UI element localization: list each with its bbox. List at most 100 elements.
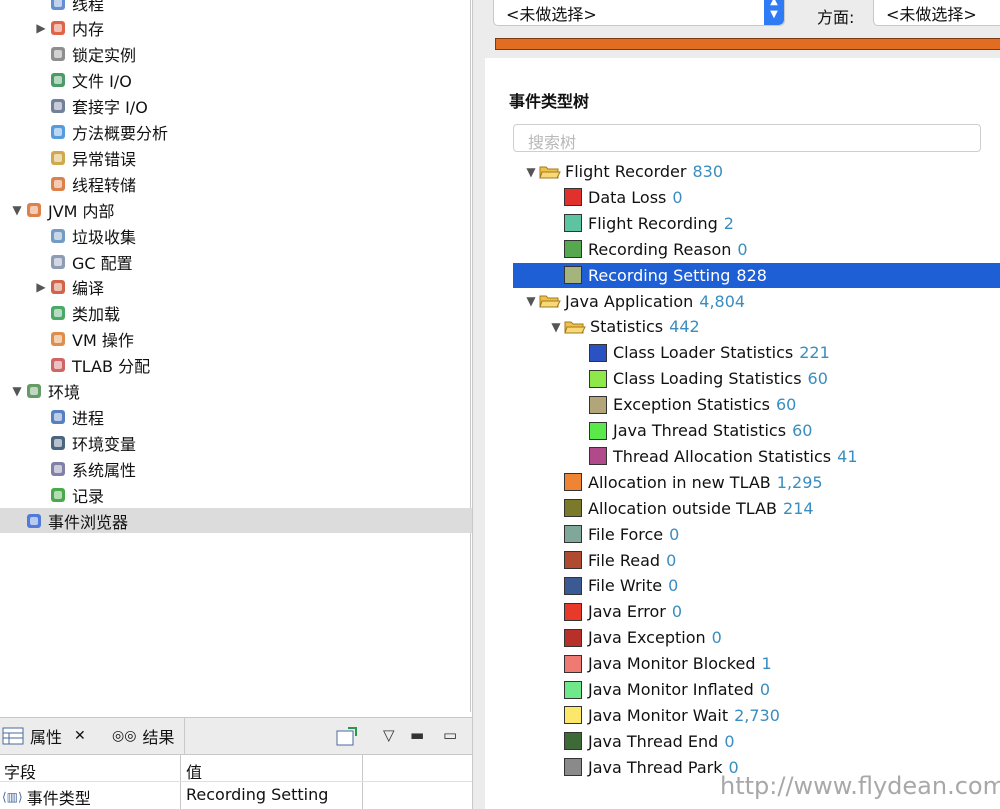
panel-splitter[interactable] — [472, 0, 486, 809]
tree-event-row[interactable]: Java Error 0 — [548, 599, 682, 624]
event-count: 221 — [799, 343, 830, 363]
nav-item[interactable]: 进程 — [0, 404, 504, 429]
nav-item[interactable]: 异常错误 — [0, 145, 504, 170]
timeline-bar[interactable] — [495, 38, 1000, 50]
search-tree-input[interactable]: 搜索树 — [513, 124, 981, 152]
collapse-arrow-icon[interactable]: ▼ — [10, 203, 24, 217]
tree-event-row[interactable]: File Write 0 — [548, 573, 678, 598]
event-color-swatch — [564, 214, 582, 233]
tree-folder-row[interactable]: ▼ Statistics 442 — [548, 314, 700, 339]
property-row-value[interactable]: Recording Setting — [186, 785, 328, 804]
tree-event-row[interactable]: Java Thread Statistics 60 — [573, 418, 812, 443]
class-loading-icon — [48, 303, 68, 323]
event-count: 60 — [775, 395, 797, 415]
tree-folder-row[interactable]: ▼ Java Application 4,804 — [523, 289, 745, 314]
tree-event-row[interactable]: Allocation outside TLAB 214 — [548, 496, 814, 521]
event-type-label: Class Loading Statistics — [613, 369, 802, 389]
nav-item[interactable]: ▼ 环境 — [0, 379, 480, 404]
event-color-swatch — [564, 680, 582, 699]
nav-item-label: 线程转储 — [72, 175, 137, 195]
garbage-collection-icon — [48, 226, 68, 246]
event-color-swatch — [564, 602, 582, 621]
event-count: 0 — [666, 550, 677, 570]
nav-item-label: 垃圾收集 — [72, 227, 137, 247]
expand-arrow-icon[interactable]: ▶ — [34, 21, 48, 35]
tab-properties[interactable]: 属性 ✕ — [2, 724, 86, 748]
event-color-swatch — [564, 499, 582, 518]
tree-event-row[interactable]: File Force 0 — [548, 522, 679, 547]
view-menu-icon[interactable]: ▽ — [383, 726, 395, 744]
event-count: 4,804 — [699, 291, 746, 311]
tree-folder-row[interactable]: ▼ Flight Recorder 830 — [523, 159, 723, 184]
exception-icon — [48, 148, 68, 168]
column-value-header[interactable]: 值 — [186, 759, 202, 783]
lock-instances-icon — [48, 44, 68, 64]
nav-item[interactable]: 垃圾收集 — [0, 223, 504, 248]
minimize-icon[interactable]: ▬ — [410, 726, 424, 744]
tree-event-row[interactable]: Recording Setting 828 — [513, 262, 1000, 288]
search-placeholder: 搜索树 — [528, 133, 577, 152]
nav-item[interactable]: 系统属性 — [0, 456, 504, 481]
tree-event-row[interactable]: Allocation in new TLAB 1,295 — [548, 470, 823, 495]
watermark: http://www.flydean.com — [720, 772, 1000, 800]
facet-label: 方面: — [817, 8, 855, 27]
nav-item[interactable]: ▼ JVM 内部 — [0, 197, 480, 222]
environment-icon — [24, 381, 44, 401]
properties-panel: 属性 ✕ ◎◎ 结果 ▽ ▬ ▭ 字段 值 ⟨▥⟩ 事件类型 Recording… — [0, 717, 472, 809]
facet-select[interactable]: <未做选择> — [873, 0, 1000, 26]
tree-event-row[interactable]: Java Monitor Wait 2,730 — [548, 703, 780, 728]
event-type-label: Flight Recording — [588, 213, 718, 233]
select-stepper-icon[interactable]: ▲ ▼ — [764, 0, 784, 25]
nav-item[interactable]: 环境变量 — [0, 430, 504, 455]
nav-item[interactable]: 锁定实例 — [0, 42, 504, 67]
column-field-header[interactable]: 字段 — [4, 759, 36, 783]
nav-item[interactable]: 套接字 I/O — [0, 94, 504, 119]
pin-editor-icon[interactable] — [336, 726, 358, 746]
event-browser-panel: <未做选择> ▲ ▼ 方面: <未做选择> 事件类型树 搜索树 ▼ Flight R… — [485, 0, 1000, 809]
event-count: 442 — [669, 317, 700, 337]
collapse-arrow-icon[interactable]: ▼ — [10, 384, 24, 398]
vm-operations-icon — [48, 329, 68, 349]
nav-item[interactable]: ▶ 内存 — [0, 16, 504, 41]
left-navigation-panel: 线程 ▶ 内存 锁定实例 文件 I/O 套接字 I/O 方法概要分析 异常错误 线程转储 ▼ JVM… — [0, 0, 480, 809]
tab-results[interactable]: ◎◎ 结果 — [112, 724, 174, 748]
tree-event-row[interactable]: Recording Reason 0 — [548, 237, 748, 262]
row-divider — [0, 781, 472, 782]
collapse-arrow-icon[interactable]: ▼ — [523, 165, 539, 179]
nav-item[interactable]: GC 配置 — [0, 249, 504, 274]
properties-tabs: 属性 ✕ ◎◎ 结果 ▽ ▬ ▭ — [0, 717, 472, 755]
nav-item[interactable]: 记录 — [0, 482, 504, 507]
nav-item[interactable]: 线程 — [0, 0, 504, 15]
nav-item[interactable]: 事件浏览器 — [0, 508, 480, 533]
expand-arrow-icon[interactable]: ▶ — [34, 280, 48, 294]
nav-item[interactable]: VM 操作 — [0, 327, 504, 352]
nav-item[interactable]: 方法概要分析 — [0, 120, 504, 145]
tree-event-row[interactable]: Java Thread Park 0 — [548, 755, 739, 780]
tree-event-row[interactable]: Exception Statistics 60 — [573, 392, 796, 417]
tab-properties-label: 属性 — [30, 728, 63, 747]
collapse-arrow-icon[interactable]: ▼ — [548, 320, 564, 334]
tree-event-row[interactable]: Thread Allocation Statistics 41 — [573, 444, 858, 469]
tree-event-row[interactable]: Class Loading Statistics 60 — [573, 366, 828, 391]
tree-event-row[interactable]: Java Monitor Inflated 0 — [548, 677, 770, 702]
type-select[interactable]: <未做选择> ▲ ▼ — [493, 0, 785, 26]
event-color-swatch — [564, 758, 582, 777]
filter-bar: <未做选择> ▲ ▼ 方面: <未做选择> — [485, 0, 1000, 58]
tree-event-row[interactable]: Flight Recording 2 — [548, 211, 734, 236]
tree-event-row[interactable]: Data Loss 0 — [548, 185, 683, 210]
event-type-label: Allocation in new TLAB — [588, 472, 771, 492]
nav-item[interactable]: 线程转储 — [0, 171, 504, 196]
nav-item[interactable]: 文件 I/O — [0, 68, 504, 93]
tree-event-row[interactable]: Class Loader Statistics 221 — [573, 340, 830, 365]
maximize-icon[interactable]: ▭ — [443, 726, 457, 744]
tree-event-row[interactable]: Java Monitor Blocked 1 — [548, 651, 772, 676]
nav-item[interactable]: 类加载 — [0, 301, 504, 326]
nav-item[interactable]: ▶ 编译 — [0, 275, 504, 300]
tree-event-row[interactable]: Java Exception 0 — [548, 625, 722, 650]
tree-event-row[interactable]: Java Thread End 0 — [548, 729, 735, 754]
close-icon[interactable]: ✕ — [74, 728, 86, 744]
collapse-arrow-icon[interactable]: ▼ — [523, 294, 539, 308]
tree-event-row[interactable]: File Read 0 — [548, 548, 676, 573]
nav-item[interactable]: TLAB 分配 — [0, 353, 504, 378]
property-row-field[interactable]: ⟨▥⟩ 事件类型 — [2, 785, 91, 809]
